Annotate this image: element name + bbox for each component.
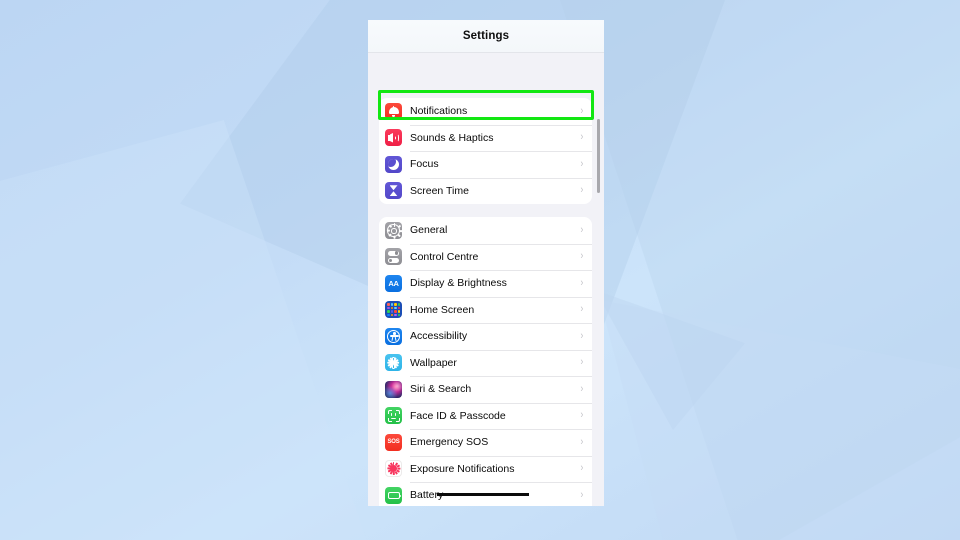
settings-row[interactable]: Wallpaper › (379, 349, 592, 377)
settings-row-label: Screen Time (410, 184, 469, 197)
settings-row-label: Display & Brightness (410, 277, 507, 290)
settings-row[interactable]: Screen Time › (379, 177, 592, 205)
settings-list[interactable]: Notifications › Sounds & Haptics › Focus › Scr… (368, 53, 604, 506)
moon-icon (385, 155, 402, 173)
chevron-right-icon: › (580, 488, 584, 501)
chevron-right-icon: › (580, 356, 584, 369)
flower-icon (385, 354, 402, 372)
chevron-right-icon: › (580, 409, 584, 422)
wallpaper-facet-5 (595, 290, 745, 430)
settings-row[interactable]: Home Screen › (379, 296, 592, 324)
bell-icon (385, 102, 402, 120)
chevron-right-icon: › (580, 382, 584, 395)
wallpaper-facet-3 (0, 120, 370, 540)
siri-orb-icon (385, 380, 402, 398)
scrollbar-track[interactable] (596, 91, 600, 506)
settings-group-2: General › Control Centre › AA Display & Brigh… (379, 217, 592, 506)
settings-group-1: Notifications › Sounds & Haptics › Focus › Scr… (379, 98, 592, 204)
chevron-right-icon: › (580, 303, 584, 316)
settings-row-label: Control Centre (410, 250, 479, 263)
accessibility-icon (385, 327, 402, 345)
settings-row[interactable]: Siri & Search › (379, 376, 592, 403)
wallpaper-facet-4 (600, 300, 960, 540)
aa-text-size-icon: AA (385, 274, 402, 292)
chevron-right-icon: › (580, 184, 584, 197)
settings-row-label: Focus (410, 158, 439, 171)
wallpaper-facet-2 (560, 0, 960, 540)
chevron-right-icon: › (580, 104, 584, 117)
chevron-right-icon: › (580, 223, 584, 236)
chevron-right-icon: › (580, 131, 584, 144)
app-grid-icon (385, 301, 402, 319)
chevron-right-icon: › (580, 329, 584, 342)
settings-row-label: Face ID & Passcode (410, 409, 506, 422)
settings-row-label: Exposure Notifications (410, 462, 515, 475)
face-id-icon (385, 407, 402, 425)
chevron-right-icon: › (580, 157, 584, 170)
settings-row[interactable]: Focus › (379, 151, 592, 178)
settings-row[interactable]: Exposure Notifications › (379, 455, 592, 483)
chevron-right-icon: › (580, 462, 584, 475)
settings-row[interactable]: Sounds & Haptics › (379, 124, 592, 152)
exposure-radial-icon (385, 460, 402, 478)
scrollbar-thumb[interactable] (597, 119, 600, 193)
settings-row-label: Notifications (410, 105, 468, 118)
settings-row[interactable]: SOS Emergency SOS › (379, 429, 592, 456)
toggles-icon (385, 248, 402, 266)
settings-row[interactable]: General › (379, 217, 592, 244)
panel-header: Settings (368, 20, 604, 53)
page-title: Settings (462, 30, 510, 42)
settings-panel: Settings Notifications › Sounds & Haptics ›… (368, 20, 604, 506)
black-strike-line (437, 493, 529, 496)
settings-row-label: Emergency SOS (410, 436, 489, 449)
speaker-icon (385, 129, 402, 147)
settings-row[interactable]: Face ID & Passcode › (379, 402, 592, 430)
settings-row-label: Sounds & Haptics (410, 131, 494, 144)
sos-icon: SOS (385, 433, 402, 451)
hourglass-icon (385, 182, 402, 200)
settings-row-label: Accessibility (410, 330, 468, 343)
settings-row[interactable]: AA Display & Brightness › (379, 270, 592, 297)
gear-icon (385, 221, 402, 239)
settings-row[interactable]: Control Centre › (379, 243, 592, 271)
settings-row-label: Home Screen (410, 303, 475, 316)
chevron-right-icon: › (580, 276, 584, 289)
settings-row[interactable]: Accessibility › (379, 323, 592, 350)
chevron-right-icon: › (580, 250, 584, 263)
battery-icon (385, 486, 402, 504)
settings-row-label: General (410, 224, 448, 237)
chevron-right-icon: › (580, 435, 584, 448)
settings-row-label: Siri & Search (410, 383, 472, 396)
settings-row[interactable]: Notifications › (379, 98, 592, 125)
settings-row-label: Wallpaper (410, 356, 457, 369)
